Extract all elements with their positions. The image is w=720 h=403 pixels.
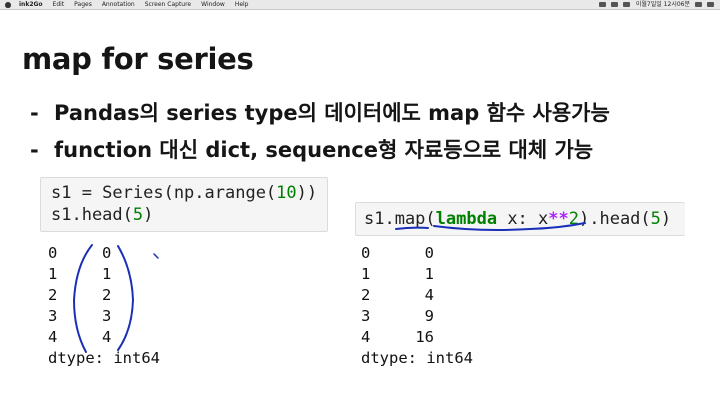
menu-screen-capture[interactable]: Screen Capture: [145, 0, 191, 9]
bullet-dash: -: [30, 138, 39, 162]
wifi-icon[interactable]: [598, 2, 606, 7]
menu-annotation[interactable]: Annotation: [102, 0, 135, 9]
output-row: 39: [361, 307, 434, 325]
menu-window[interactable]: Window: [201, 0, 225, 9]
menu-app-name[interactable]: ink2Go: [19, 0, 43, 9]
code-line: s1.map(lambda x: x**2).head(5): [364, 209, 672, 229]
menu-help[interactable]: Help: [235, 0, 249, 9]
notification-icon[interactable]: [707, 2, 714, 7]
menu-edit[interactable]: Edit: [53, 0, 65, 9]
bullet-dash: -: [30, 101, 39, 125]
battery-icon[interactable]: [610, 2, 618, 7]
output-row: 24: [361, 286, 434, 304]
output-row: 00: [361, 244, 434, 262]
output-row: 00: [48, 244, 112, 262]
output-row: 22: [48, 286, 112, 304]
menu-bar: ink2Go Edit Pages Annotation Screen Capt…: [0, 0, 720, 10]
output-map-head: 00 11 24 39 4 16 dtype: int64: [361, 243, 501, 369]
code-line: s1 = Series(np.arange(10)): [51, 183, 318, 203]
status-area: 이월7일일 12시06분: [594, 0, 714, 9]
slide-title: map for series: [22, 42, 254, 76]
menu-clock[interactable]: 이월7일일 12시06분: [636, 0, 690, 9]
output-row: 44: [48, 328, 112, 346]
code-cell-series[interactable]: s1 = Series(np.arange(10)) s1.head(5): [40, 177, 328, 232]
code-line: s1.head(5): [51, 205, 154, 225]
output-dtype: dtype: int64: [361, 349, 473, 367]
code-cell-map[interactable]: s1.map(lambda x: x**2).head(5): [355, 202, 685, 236]
output-row: 11: [361, 265, 434, 283]
output-row: 11: [48, 265, 112, 283]
bullet-text: Pandas의 series type의 데이터에도 map 함수 사용가능: [54, 101, 610, 125]
volume-icon[interactable]: [622, 2, 630, 7]
bullet-2: - function 대신 dict, sequence형 자료등으로 대체 가능: [30, 134, 593, 164]
output-series-head: 00 11 22 33 44 dtype: int64: [48, 243, 188, 369]
search-icon[interactable]: [695, 2, 702, 7]
apple-icon[interactable]: [5, 1, 11, 8]
output-row: 4 16: [361, 328, 434, 346]
output-dtype: dtype: int64: [48, 349, 160, 367]
bullet-text: function 대신 dict, sequence형 자료등으로 대체 가능: [54, 138, 594, 162]
output-row: 33: [48, 307, 112, 325]
bullet-1: - Pandas의 series type의 데이터에도 map 함수 사용가능: [30, 97, 610, 127]
menu-pages[interactable]: Pages: [74, 0, 92, 9]
